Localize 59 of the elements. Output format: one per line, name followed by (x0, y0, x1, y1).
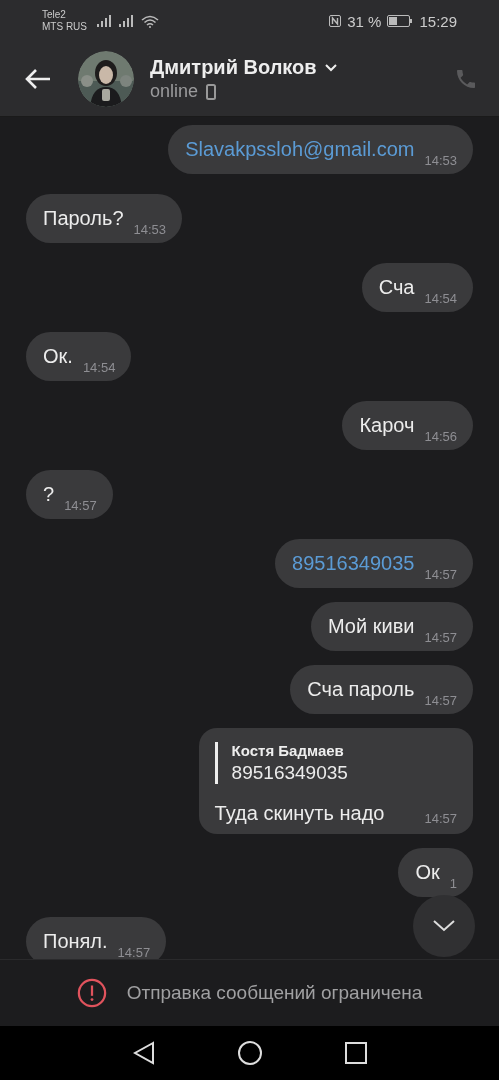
message-bubble[interactable]: Кароч 14:56 (342, 401, 473, 450)
message-time: 14:56 (424, 430, 457, 444)
message-bubble[interactable]: ? 14:57 (26, 470, 113, 519)
message-bubble[interactable]: Ок. 14:54 (26, 332, 132, 381)
message-time: 14:54 (424, 292, 457, 306)
message-bubble[interactable]: Мой киви 14:57 (311, 602, 473, 651)
contact-name[interactable]: Дмитрий Волков (150, 56, 317, 79)
chevron-down-icon[interactable] (324, 63, 337, 72)
home-button[interactable] (236, 1040, 263, 1066)
quoted-message[interactable]: Костя Бадмаев 89516349035 (214, 742, 457, 784)
message-link[interactable]: Slavakpssloh@gmail.com (185, 137, 415, 162)
warning-icon (76, 978, 107, 1008)
message-text: ? (43, 482, 55, 507)
battery-icon (387, 15, 414, 27)
phone-device-icon (206, 83, 217, 100)
message-bubble[interactable]: Ок 1 (398, 848, 473, 897)
carrier-name: Tele2 (42, 9, 67, 21)
message-time: 14:53 (133, 223, 167, 237)
clock: 15:29 (419, 12, 457, 30)
message-text: Понял. (43, 929, 108, 954)
chevron-down-icon[interactable] (433, 920, 455, 932)
quote-author: Костя Бадмаев (231, 742, 345, 759)
notice-text: Отправка сообщений ограничена (126, 982, 423, 1004)
message-bubble[interactable]: Костя Бадмаев 89516349035 Туда скинуть надо 14:57 (198, 728, 473, 834)
message-time: 14:57 (424, 568, 457, 582)
nfc-icon (329, 15, 342, 27)
wifi-icon (141, 14, 159, 28)
signal-icon (97, 15, 113, 27)
message-bubble[interactable]: 89516349035 14:57 (275, 539, 473, 588)
signal-icon (119, 15, 135, 27)
message-text: Мой киви (328, 614, 415, 639)
message-time: 14:57 (64, 499, 97, 513)
message-bubble[interactable]: Пароль? 14:53 (26, 194, 183, 243)
message-text: Сча пароль (307, 677, 415, 702)
message-time: 14:57 (424, 812, 457, 826)
message-text: Сча (378, 275, 415, 300)
back-nav-button[interactable] (132, 1041, 155, 1065)
quote-text: 89516349035 (231, 762, 349, 784)
online-status: online (150, 81, 199, 102)
message-time: 1 (449, 877, 457, 891)
message-text: Туда скинуть надо (214, 801, 385, 826)
recents-button[interactable] (344, 1042, 367, 1064)
message-text: Ок. (43, 344, 73, 369)
message-bubble[interactable]: Понял. 14:57 (26, 917, 167, 959)
arrow-left-icon[interactable] (24, 67, 52, 91)
message-bubble[interactable]: Сча пароль 14:57 (290, 665, 473, 714)
message-time: 14:54 (82, 361, 116, 375)
message-time: 14:57 (424, 694, 457, 708)
message-link[interactable]: 89516349035 (292, 551, 415, 576)
message-text: Пароль? (43, 206, 124, 231)
message-bubble[interactable]: Сча 14:54 (361, 263, 473, 312)
message-time: 14:53 (424, 154, 457, 168)
battery-percent: 31 % (347, 12, 382, 30)
message-text: Кароч (359, 413, 415, 438)
message-time: 14:57 (424, 631, 457, 645)
message-time: 14:57 (117, 946, 151, 959)
message-bubble[interactable]: Slavakpssloh@gmail.com 14:53 (168, 125, 473, 174)
carrier-name: MTS RUS (42, 21, 87, 33)
message-text: Ок (415, 860, 440, 885)
